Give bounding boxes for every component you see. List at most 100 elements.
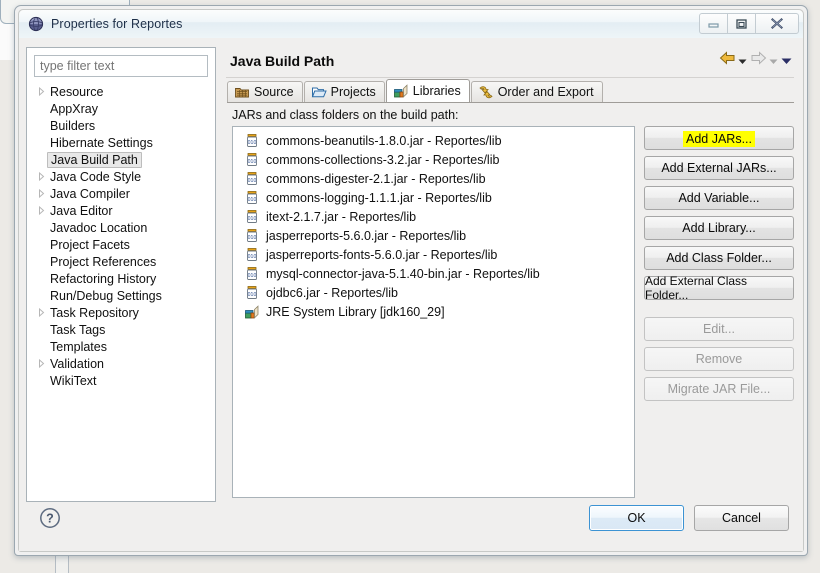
tab-libraries[interactable]: Libraries (385, 79, 470, 102)
sidebar-item-label: Javadoc Location (50, 220, 148, 235)
settings-tree-list: Resource AppXray Builders Hibernate Setting… (27, 83, 215, 389)
list-item-label: mysql-connector-java-5.1.40-bin.jar - Re… (266, 266, 540, 281)
list-item[interactable]: 010 commons-logging-1.1.1.jar - Reportes/… (233, 188, 634, 207)
button-label: Migrate JAR File... (667, 382, 771, 396)
jar-icon: 010 (244, 247, 262, 263)
tab-source[interactable]: Source (227, 81, 303, 102)
list-item-label: commons-digester-2.1.jar - Reportes/lib (266, 171, 486, 186)
expand-triangle-icon[interactable] (33, 308, 50, 317)
button-label: Add Class Folder... (666, 251, 772, 265)
sidebar-item-validation[interactable]: Validation (31, 355, 215, 372)
list-caption: JARs and class folders on the build path… (232, 108, 459, 122)
properties-dialog: Properties for Reportes type filter text… (14, 5, 808, 556)
jar-list[interactable]: 010 commons-beanutils-1.8.0.jar - Reporte… (232, 126, 635, 498)
libraries-books-icon (244, 304, 262, 320)
help-question-icon[interactable]: ? (38, 506, 62, 530)
list-item[interactable]: 010 ojdbc6.jar - Reportes/lib (233, 283, 634, 302)
sidebar-item-label: Java Editor (50, 203, 113, 218)
list-item-label: commons-beanutils-1.8.0.jar - Reportes/l… (266, 133, 502, 148)
sidebar-item-java-build-path[interactable]: Java Build Path (31, 151, 215, 168)
svg-text:010: 010 (248, 235, 257, 241)
sidebar-item-project-references[interactable]: Project References (31, 253, 215, 270)
svg-text:010: 010 (248, 197, 257, 203)
remove-button: Remove (644, 347, 794, 371)
list-and-buttons-row: 010 commons-beanutils-1.8.0.jar - Reporte… (227, 126, 794, 498)
libraries-panel: JARs and class folders on the build path… (227, 103, 794, 498)
add-variable-button[interactable]: Add Variable... (644, 186, 794, 210)
title-bar[interactable]: Properties for Reportes (19, 10, 803, 38)
tab-projects[interactable]: Projects (303, 81, 385, 102)
svg-text:010: 010 (248, 273, 257, 279)
sidebar-item-appxray[interactable]: AppXray (31, 100, 215, 117)
sidebar-item-wikitext[interactable]: WikiText (31, 372, 215, 389)
minimize-button[interactable] (699, 13, 728, 34)
maximize-button[interactable] (727, 13, 756, 34)
expand-triangle-icon[interactable] (33, 87, 50, 96)
ok-button[interactable]: OK (589, 505, 684, 531)
sidebar-item-label: Hibernate Settings (50, 135, 153, 150)
sidebar-item-task-tags[interactable]: Task Tags (31, 321, 215, 338)
button-label: Add External JARs... (661, 161, 777, 175)
sidebar-item-task-repository[interactable]: Task Repository (31, 304, 215, 321)
add-external-jars-button[interactable]: Add External JARs... (644, 156, 794, 180)
sidebar-item-run-debug-settings[interactable]: Run/Debug Settings (31, 287, 215, 304)
list-item[interactable]: 010 jasperreports-5.6.0.jar - Reportes/li… (233, 226, 634, 245)
sidebar-item-java-editor[interactable]: Java Editor (31, 202, 215, 219)
add-jars-button[interactable]: Add JARs... (644, 126, 794, 150)
list-item-label: ojdbc6.jar - Reportes/lib (266, 285, 399, 300)
button-label: Add Variable... (678, 191, 760, 205)
cancel-button[interactable]: Cancel (694, 505, 789, 531)
sidebar-item-templates[interactable]: Templates (31, 338, 215, 355)
expand-triangle-icon[interactable] (33, 206, 50, 215)
back-dropdown-chevron-down-icon[interactable] (738, 52, 747, 70)
button-label: Remove (695, 352, 743, 366)
sidebar-item-label: Refactoring History (50, 271, 157, 286)
add-class-folder-button[interactable]: Add Class Folder... (644, 246, 794, 270)
svg-text:010: 010 (248, 254, 257, 260)
svg-text:010: 010 (248, 140, 257, 146)
sidebar-item-refactoring-history[interactable]: Refactoring History (31, 270, 215, 287)
sidebar-item-builders[interactable]: Builders (31, 117, 215, 134)
title-separator (226, 77, 794, 78)
sidebar-item-resource[interactable]: Resource (31, 83, 215, 100)
add-library-button[interactable]: Add Library... (644, 216, 794, 240)
add-external-class-folder-button[interactable]: Add External Class Folder... (644, 274, 794, 302)
sidebar-item-label: Java Build Path (47, 151, 142, 168)
close-button[interactable] (755, 13, 799, 34)
filter-input[interactable] (34, 55, 208, 77)
jar-icon: 010 (244, 133, 262, 149)
sidebar-item-label: Java Compiler (50, 186, 130, 201)
button-label: Edit... (703, 322, 735, 336)
list-item[interactable]: 010 commons-collections-3.2.jar - Reporte… (233, 150, 634, 169)
sidebar-item-label: Task Tags (50, 322, 106, 337)
sidebar-item-hibernate-settings[interactable]: Hibernate Settings (31, 134, 215, 151)
jar-icon: 010 (244, 190, 262, 206)
list-item[interactable]: 010 itext-2.1.7.jar - Reportes/lib (233, 207, 634, 226)
list-item[interactable]: 010 commons-digester-2.1.jar - Reportes/l… (233, 169, 634, 188)
expand-triangle-icon[interactable] (33, 359, 50, 368)
sidebar-item-project-facets[interactable]: Project Facets (31, 236, 215, 253)
button-label: Add External Class Folder... (645, 274, 748, 302)
list-item-label: commons-logging-1.1.1.jar - Reportes/lib (266, 190, 492, 205)
list-item[interactable]: 010 mysql-connector-java-5.1.40-bin.jar -… (233, 264, 634, 283)
list-item[interactable]: 010 commons-beanutils-1.8.0.jar - Reporte… (233, 131, 634, 150)
list-item[interactable]: JRE System Library [jdk160_29] (233, 302, 634, 321)
list-item-label: jasperreports-fonts-5.6.0.jar - Reportes… (266, 247, 498, 262)
jar-icon: 010 (244, 228, 262, 244)
sidebar-item-javadoc-location[interactable]: Javadoc Location (31, 219, 215, 236)
list-item[interactable]: 010 jasperreports-fonts-5.6.0.jar - Repor… (233, 245, 634, 264)
list-item-label: commons-collections-3.2.jar - Reportes/l… (266, 152, 500, 167)
sidebar-item-java-code-style[interactable]: Java Code Style (31, 168, 215, 185)
back-nav-group[interactable] (719, 51, 747, 70)
page-navigation (719, 51, 792, 70)
back-arrow-icon[interactable] (719, 51, 736, 70)
sidebar-item-label: Validation (50, 356, 104, 371)
dialog-content: Resource AppXray Builders Hibernate Setting… (19, 38, 803, 551)
svg-text:010: 010 (248, 178, 257, 184)
java-build-path-page: Java Build Path Source Projects Librarie… (224, 47, 796, 498)
expand-triangle-icon[interactable] (33, 172, 50, 181)
view-menu-chevron-down-icon[interactable] (781, 52, 792, 70)
tab-order-and-export[interactable]: Order and Export (470, 81, 603, 102)
sidebar-item-java-compiler[interactable]: Java Compiler (31, 185, 215, 202)
expand-triangle-icon[interactable] (33, 189, 50, 198)
